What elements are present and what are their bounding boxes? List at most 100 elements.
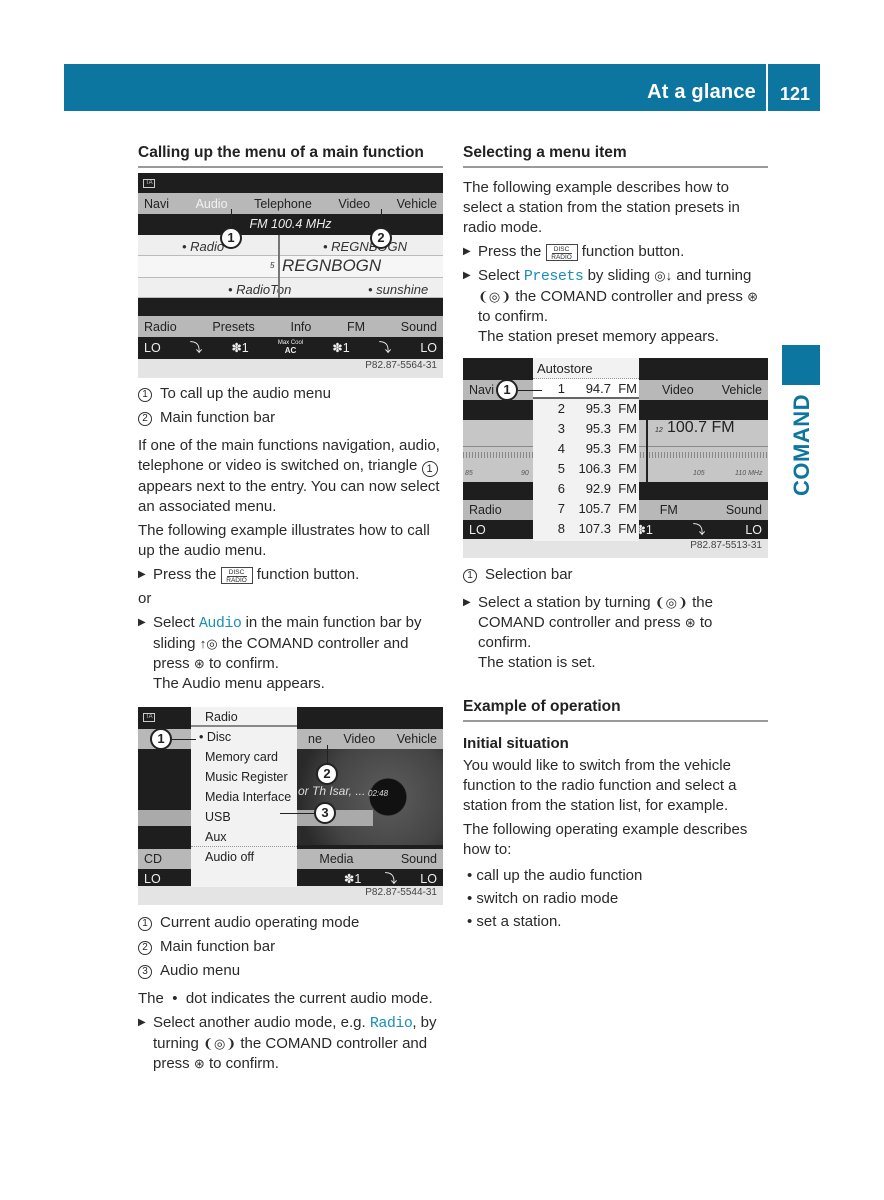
- preset-item[interactable]: 6 92.9 FM: [533, 479, 639, 499]
- menu-item-memory-card[interactable]: Memory card: [191, 747, 297, 767]
- tuner-pointer: [646, 420, 648, 484]
- preset-item[interactable]: 4 95.3 FM: [533, 439, 639, 459]
- func-info[interactable]: Info: [290, 317, 311, 337]
- left-text-2: 1 Current audio operating mode 2 Main func…: [138, 913, 443, 1078]
- bullet-item: • switch on radio mode: [467, 890, 619, 907]
- main-item-video[interactable]: Video: [338, 194, 370, 214]
- paragraph: The following example describes how to s…: [463, 179, 740, 236]
- legend-item: Main function bar: [160, 938, 276, 955]
- station-row-selected[interactable]: 5 REGNBOGN: [138, 256, 443, 278]
- turn-controller-icon: ❨◎❩: [478, 289, 512, 304]
- function-bar: Radio Presets Info FM Sound: [138, 316, 443, 337]
- menu-item-audio-off[interactable]: Audio off: [191, 847, 297, 867]
- slide-up-controller-icon: ↑◎: [199, 636, 218, 651]
- tuner-pointer: [278, 235, 280, 298]
- station-row[interactable]: • Radio • REGNBOGN: [138, 235, 443, 256]
- press-controller-icon: ⊛: [747, 289, 758, 304]
- station-row[interactable]: • RadioTon • sunshine: [138, 278, 443, 298]
- left-heading: Calling up the menu of a main function: [138, 143, 443, 168]
- ta-icon: TA: [143, 179, 155, 188]
- menu-item-music-register[interactable]: Music Register: [191, 767, 297, 787]
- main-item-audio[interactable]: Audio: [196, 194, 228, 214]
- callout-3: 3: [314, 802, 336, 824]
- image-id: P82.87-5564-31: [365, 360, 437, 371]
- current-station: 100.7 FM: [667, 419, 735, 436]
- track-time: 02:48: [368, 789, 389, 798]
- preset-item-selected[interactable]: 1 94.7 FM: [533, 379, 639, 399]
- page-number: 121: [779, 84, 810, 104]
- func-fm[interactable]: FM: [347, 317, 365, 337]
- callout-2: 2: [316, 763, 338, 785]
- subheading: Initial situation: [463, 735, 569, 752]
- right-column: Selecting a menu item The following exam…: [463, 143, 768, 351]
- preset-item[interactable]: 7 105.7 FM: [533, 499, 639, 519]
- callout-1: 1: [496, 379, 518, 401]
- screen-main-function: TA Navi Audio Telephone Video Vehicle FM…: [138, 173, 443, 378]
- turn-controller-icon: ❨◎❩: [203, 1036, 237, 1051]
- legend-item: Main function bar: [160, 409, 276, 426]
- menu-item-aux[interactable]: Aux: [191, 827, 297, 847]
- side-tab-marker: [782, 345, 820, 385]
- menu-item-media-interface[interactable]: Media Interface: [191, 787, 297, 807]
- callout-1: 1: [220, 227, 242, 249]
- seat-air-icon: ⤵: [189, 341, 203, 355]
- seat-air-icon: ⤵: [378, 341, 392, 355]
- menu-item-radio[interactable]: Radio: [191, 707, 297, 727]
- frequency-display: FM 100.4 MHz: [249, 217, 332, 231]
- step: Press the DISCRADIO function button.: [463, 242, 768, 262]
- menu-item-usb[interactable]: USB: [191, 807, 297, 827]
- menu-item-disc[interactable]: • Disc: [191, 727, 297, 747]
- right-text-2: 1Selection bar Select a station by turni…: [463, 565, 768, 935]
- side-tab-label: COMAND: [789, 394, 814, 496]
- keyword-audio: Audio: [198, 615, 242, 632]
- func-sound[interactable]: Sound: [401, 317, 437, 337]
- image-id: P82.87-5513-31: [690, 540, 762, 551]
- page-header: At a glance 121: [64, 64, 820, 111]
- press-controller-icon: ⊛: [684, 615, 696, 630]
- legend-item: To call up the audio menu: [160, 385, 331, 402]
- list-header: Autostore: [533, 358, 639, 379]
- preset-list: Autostore 1 94.7 FM 2 95.3 FM 3 95.3 FM 4 95.3 FM 5 1…: [533, 358, 639, 541]
- paragraph: You would like to switch from the vehicl…: [463, 757, 737, 814]
- left-text-1: 1 To call up the audio menu 2 Main functio…: [138, 384, 443, 698]
- paragraph: The following operating example describe…: [463, 821, 748, 858]
- paragraph: The following example illustrates how to…: [138, 522, 430, 559]
- press-controller-icon: ⊛: [193, 656, 205, 671]
- section-title: At a glance: [647, 81, 756, 103]
- step: Press the DISCRADIO function button.: [138, 565, 443, 585]
- main-function-bar: Navi Audio Telephone Video Vehicle: [138, 193, 443, 214]
- slide-down-controller-icon: ◎↓: [654, 268, 673, 283]
- legend-item: Audio menu: [160, 962, 241, 979]
- step: Select another audio mode, e.g. Radio, b…: [138, 1013, 443, 1074]
- screen-station-presets: Navi Video Vehicle 85 90 105 110 MHz 12 …: [463, 358, 768, 558]
- callout-2: 2: [370, 227, 392, 249]
- press-controller-icon: ⊛: [193, 1056, 205, 1071]
- callout-1: 1: [150, 728, 172, 750]
- step: Select a station by turning ❨◎❩ the COMA…: [463, 593, 768, 673]
- image-id: P82.87-5544-31: [365, 887, 437, 898]
- main-item-navi[interactable]: Navi: [144, 194, 169, 214]
- func-presets[interactable]: Presets: [212, 317, 254, 337]
- disc-radio-button-icon: DISC RADIO: [220, 567, 253, 584]
- preset-item[interactable]: 5 106.3 FM: [533, 459, 639, 479]
- audio-menu: Radio • Disc Memory card Music Register …: [191, 707, 297, 887]
- turn-controller-icon: ❨◎❩: [654, 595, 688, 610]
- preset-item[interactable]: 2 95.3 FM: [533, 399, 639, 419]
- disc-radio-button-icon: DISC RADIO: [545, 244, 578, 261]
- screen-audio-menu: TA ne Video Vehicle or Th Isar, ... 02:4…: [138, 707, 443, 905]
- main-item-vehicle[interactable]: Vehicle: [397, 194, 437, 214]
- preset-item[interactable]: 8 107.3 FM: [533, 519, 639, 539]
- header-divider: [766, 64, 768, 111]
- preset-item[interactable]: 3 95.3 FM: [533, 419, 639, 439]
- track-title: or Th Isar, ...: [298, 784, 366, 798]
- keyword-presets: Presets: [523, 268, 584, 285]
- bullet-item: • call up the audio function: [467, 867, 643, 884]
- right-heading: Selecting a menu item: [463, 143, 768, 168]
- ta-icon: TA: [143, 713, 155, 722]
- step: Select Audio in the main function bar by…: [138, 613, 443, 694]
- func-radio[interactable]: Radio: [144, 317, 177, 337]
- legend-item: Selection bar: [485, 566, 573, 583]
- main-item-telephone[interactable]: Telephone: [254, 194, 312, 214]
- bullet-item: • set a station.: [467, 913, 562, 930]
- keyword-radio: Radio: [369, 1015, 413, 1032]
